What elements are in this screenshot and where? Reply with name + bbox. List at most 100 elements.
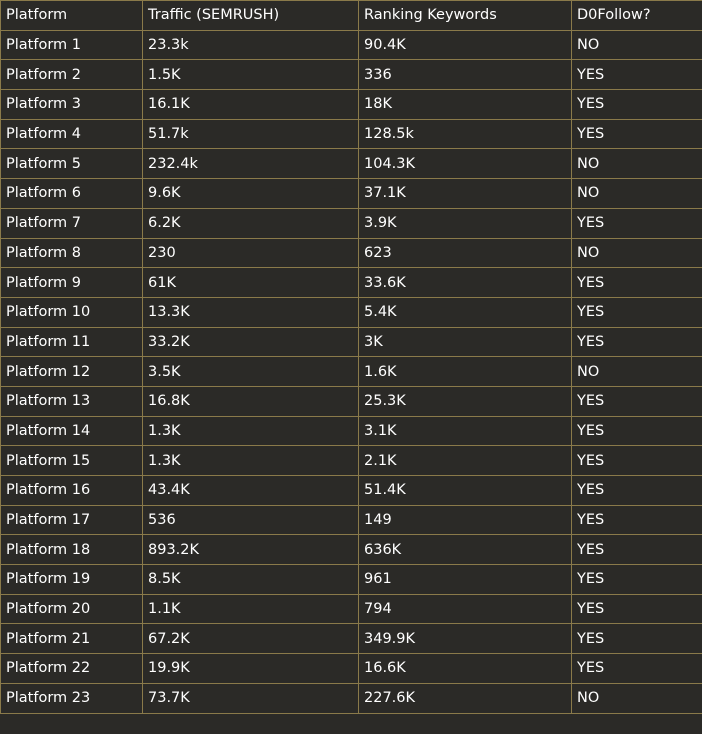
cell-ranking-keywords: 51.4K — [358, 475, 572, 506]
cell-traffic: 3.5K — [142, 356, 359, 387]
table-row: Platform 18 893.2K 636K YES — [0, 534, 702, 566]
cell-dofollow: NO — [571, 682, 702, 714]
cell-platform: Platform 13 — [0, 385, 143, 417]
cell-traffic: 9.6K — [142, 178, 359, 209]
cell-ranking-keywords: 227.6K — [358, 682, 572, 714]
cell-ranking-keywords: 623 — [358, 237, 572, 269]
cell-platform: Platform 1 — [0, 29, 143, 61]
cell-dofollow: NO — [571, 29, 702, 61]
cell-dofollow: NO — [571, 178, 702, 209]
table-body: Platform 1 23.3k 90.4K NO Platform 2 1.5K 336 Y… — [0, 29, 702, 714]
cell-traffic: 6.2K — [142, 207, 359, 239]
cell-dofollow: YES — [571, 504, 702, 536]
cell-dofollow: YES — [571, 267, 702, 298]
cell-platform: Platform 7 — [0, 207, 143, 239]
cell-dofollow: YES — [571, 296, 702, 328]
cell-traffic: 232.4k — [142, 148, 359, 180]
cell-traffic: 536 — [142, 504, 359, 536]
cell-dofollow: YES — [571, 326, 702, 358]
cell-dofollow: YES — [571, 445, 702, 476]
cell-traffic: 893.2K — [142, 534, 359, 566]
table-row: Platform 16 43.4K 51.4K YES — [0, 475, 702, 506]
cell-traffic: 1.3K — [142, 415, 359, 447]
cell-dofollow: YES — [571, 475, 702, 506]
cell-platform: Platform 11 — [0, 326, 143, 358]
cell-ranking-keywords: 90.4K — [358, 29, 572, 61]
cell-traffic: 51.7k — [142, 118, 359, 150]
table-row: Platform 4 51.7k 128.5k YES — [0, 118, 702, 150]
cell-platform: Platform 5 — [0, 148, 143, 180]
cell-traffic: 1.1K — [142, 593, 359, 625]
cell-ranking-keywords: 104.3K — [358, 148, 572, 180]
cell-platform: Platform 12 — [0, 356, 143, 387]
cell-platform: Platform 6 — [0, 178, 143, 209]
table-row: Platform 21 67.2K 349.9K YES — [0, 623, 702, 655]
cell-platform: Platform 14 — [0, 415, 143, 447]
table-row: Platform 17 536 149 YES — [0, 504, 702, 536]
table-header-row: Platform Traffic (SEMRUSH) Ranking Keywo… — [0, 0, 702, 31]
cell-dofollow: YES — [571, 118, 702, 150]
cell-traffic: 19.9K — [142, 653, 359, 684]
cell-dofollow: YES — [571, 415, 702, 447]
table-row: Platform 1 23.3k 90.4K NO — [0, 29, 702, 61]
cell-ranking-keywords: 336 — [358, 59, 572, 91]
table-row: Platform 20 1.1K 794 YES — [0, 593, 702, 625]
cell-platform: Platform 9 — [0, 267, 143, 298]
table-row: Platform 14 1.3K 3.1K YES — [0, 415, 702, 447]
table-row: Platform 23 73.7K 227.6K NO — [0, 682, 702, 714]
cell-traffic: 61K — [142, 267, 359, 298]
cell-traffic: 1.3K — [142, 445, 359, 476]
cell-traffic: 8.5K — [142, 564, 359, 595]
cell-dofollow: YES — [571, 564, 702, 595]
table-row: Platform 19 8.5K 961 YES — [0, 564, 702, 595]
cell-dofollow: YES — [571, 89, 702, 120]
cell-traffic: 16.8K — [142, 385, 359, 417]
cell-dofollow: YES — [571, 385, 702, 417]
header-dofollow: D0Follow? — [571, 0, 702, 31]
cell-traffic: 67.2K — [142, 623, 359, 655]
header-traffic: Traffic (SEMRUSH) — [142, 0, 359, 31]
cell-ranking-keywords: 149 — [358, 504, 572, 536]
cell-ranking-keywords: 3.9K — [358, 207, 572, 239]
cell-dofollow: NO — [571, 356, 702, 387]
cell-traffic: 73.7K — [142, 682, 359, 714]
cell-dofollow: YES — [571, 59, 702, 91]
table-row: Platform 9 61K 33.6K YES — [0, 267, 702, 298]
table-row: Platform 5 232.4k 104.3K NO — [0, 148, 702, 180]
cell-ranking-keywords: 636K — [358, 534, 572, 566]
table-row: Platform 2 1.5K 336 YES — [0, 59, 702, 91]
cell-traffic: 230 — [142, 237, 359, 269]
cell-traffic: 13.3K — [142, 296, 359, 328]
cell-traffic: 43.4K — [142, 475, 359, 506]
cell-dofollow: NO — [571, 148, 702, 180]
cell-platform: Platform 17 — [0, 504, 143, 536]
cell-ranking-keywords: 794 — [358, 593, 572, 625]
header-platform: Platform — [0, 0, 143, 31]
cell-traffic: 1.5K — [142, 59, 359, 91]
cell-platform: Platform 22 — [0, 653, 143, 684]
cell-traffic: 16.1K — [142, 89, 359, 120]
cell-platform: Platform 15 — [0, 445, 143, 476]
cell-ranking-keywords: 3.1K — [358, 415, 572, 447]
cell-dofollow: YES — [571, 534, 702, 566]
cell-platform: Platform 18 — [0, 534, 143, 566]
cell-ranking-keywords: 18K — [358, 89, 572, 120]
cell-ranking-keywords: 3K — [358, 326, 572, 358]
cell-dofollow: YES — [571, 653, 702, 684]
cell-ranking-keywords: 33.6K — [358, 267, 572, 298]
cell-ranking-keywords: 37.1K — [358, 178, 572, 209]
table-row: Platform 6 9.6K 37.1K NO — [0, 178, 702, 209]
cell-platform: Platform 2 — [0, 59, 143, 91]
cell-traffic: 33.2K — [142, 326, 359, 358]
cell-dofollow: NO — [571, 237, 702, 269]
cell-platform: Platform 21 — [0, 623, 143, 655]
table-row: Platform 12 3.5K 1.6K NO — [0, 356, 702, 387]
header-ranking-keywords: Ranking Keywords — [358, 0, 572, 31]
table-row: Platform 3 16.1K 18K YES — [0, 89, 702, 120]
table-row: Platform 7 6.2K 3.9K YES — [0, 207, 702, 239]
cell-ranking-keywords: 2.1K — [358, 445, 572, 476]
cell-ranking-keywords: 1.6K — [358, 356, 572, 387]
cell-platform: Platform 8 — [0, 237, 143, 269]
cell-platform: Platform 3 — [0, 89, 143, 120]
cell-platform: Platform 20 — [0, 593, 143, 625]
